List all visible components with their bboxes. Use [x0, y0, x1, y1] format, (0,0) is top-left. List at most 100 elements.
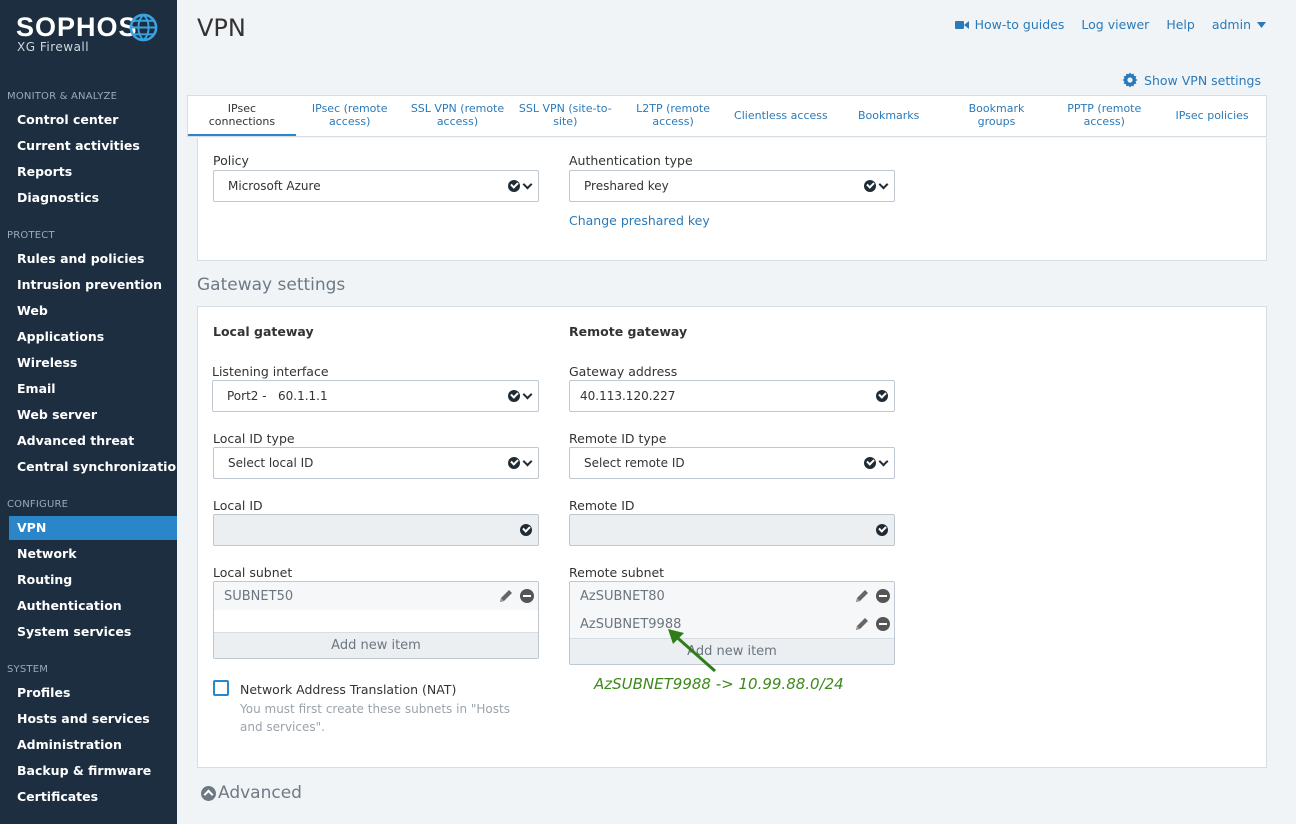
select-indicator [508, 179, 533, 192]
remove-icon[interactable] [520, 589, 534, 603]
pencil-icon[interactable] [854, 616, 870, 632]
remove-icon[interactable] [876, 617, 890, 631]
remote-id-label: Remote ID [569, 498, 635, 513]
local-id-type-label: Local ID type [213, 431, 295, 446]
sidebar-item-administration[interactable]: Administration [0, 733, 177, 757]
listening-interface-select[interactable]: Port2 - 60.1.1.1 [212, 380, 539, 412]
help-link[interactable]: Help [1166, 17, 1195, 32]
check-circle-icon [508, 457, 520, 469]
sidebar-item-rules-policies[interactable]: Rules and policies [0, 247, 177, 271]
local-gateway-title: Local gateway [213, 324, 314, 339]
tab-ipsec-remote-access[interactable]: IPsec (remote access) [296, 96, 404, 136]
gateway-settings-card: Local gateway Remote gateway Listening i… [197, 306, 1267, 768]
show-vpn-settings-link[interactable]: Show VPN settings [1122, 72, 1261, 88]
sidebar-item-web[interactable]: Web [0, 299, 177, 323]
check-circle-icon [864, 180, 876, 192]
nav-section-monitor: MONITOR & ANALYZE [7, 91, 118, 102]
sidebar-item-routing[interactable]: Routing [0, 568, 177, 592]
chevron-down-icon [878, 456, 889, 466]
brand-name: SOPHOS [16, 12, 138, 42]
select-indicator [508, 456, 533, 469]
tab-ipsec-connections[interactable]: IPsec connections [188, 96, 296, 136]
sidebar-item-network[interactable]: Network [0, 542, 177, 566]
remote-subnet-name: AzSUBNET80 [580, 588, 665, 604]
local-id-input[interactable] [213, 514, 539, 546]
local-subnet-name: SUBNET50 [224, 588, 294, 604]
subnet-annotation: AzSUBNET9988 -> 10.99.88.0/24 [594, 675, 844, 693]
gateway-address-label: Gateway address [569, 364, 678, 379]
remote-gateway-title: Remote gateway [569, 324, 688, 339]
sidebar-item-reports[interactable]: Reports [0, 160, 177, 184]
nat-checkbox[interactable] [213, 680, 229, 696]
gateway-address-input[interactable]: 40.113.120.227 [569, 380, 895, 412]
sidebar-item-backup-firmware[interactable]: Backup & firmware [0, 759, 177, 783]
chevron-down-icon [878, 179, 889, 189]
sidebar-item-hosts-services[interactable]: Hosts and services [0, 707, 177, 731]
tab-clientless-access[interactable]: Clientless access [727, 96, 835, 136]
tab-bookmark-groups[interactable]: Bookmark groups [943, 96, 1051, 136]
sidebar-item-certificates[interactable]: Certificates [0, 785, 177, 809]
sidebar-item-authentication[interactable]: Authentication [0, 594, 177, 618]
sidebar-item-intrusion-prevention[interactable]: Intrusion prevention [0, 273, 177, 297]
page-title: VPN [197, 14, 246, 42]
gateway-address-value: 40.113.120.227 [580, 389, 676, 403]
sidebar-item-wireless[interactable]: Wireless [0, 351, 177, 375]
tab-ssl-vpn-remote-access[interactable]: SSL VPN (remote access) [404, 96, 512, 136]
tab-ssl-vpn-site-to-site[interactable]: SSL VPN (site-to-site) [511, 96, 619, 136]
row-actions [854, 616, 890, 632]
gear-icon [1122, 72, 1138, 88]
remove-icon[interactable] [876, 589, 890, 603]
sidebar-item-diagnostics[interactable]: Diagnostics [0, 186, 177, 210]
sidebar-item-system-services[interactable]: System services [0, 620, 177, 644]
local-id-type-select[interactable]: Select local ID [213, 447, 539, 479]
change-preshared-key-link[interactable]: Change preshared key [569, 213, 710, 228]
tab-bookmarks[interactable]: Bookmarks [835, 96, 943, 136]
policy-label: Policy [213, 153, 249, 168]
tab-ipsec-policies[interactable]: IPsec policies [1158, 96, 1266, 136]
sidebar-item-advanced-threat[interactable]: Advanced threat [0, 429, 177, 453]
chevron-down-icon [522, 389, 533, 399]
sidebar-item-web-server[interactable]: Web server [0, 403, 177, 427]
tab-l2tp-remote-access[interactable]: L2TP (remote access) [619, 96, 727, 136]
top-nav: How-to guides Log viewer Help admin [954, 17, 1266, 32]
sidebar-item-current-activities[interactable]: Current activities [0, 134, 177, 158]
show-vpn-settings-label: Show VPN settings [1144, 72, 1261, 88]
sidebar-item-applications[interactable]: Applications [0, 325, 177, 349]
list-item[interactable]: SUBNET50 [214, 582, 538, 610]
advanced-toggle[interactable]: Advanced [201, 783, 302, 803]
remote-id-type-value: Select remote ID [584, 456, 685, 470]
policy-value: Microsoft Azure [228, 179, 321, 193]
pencil-icon[interactable] [854, 588, 870, 604]
nat-label: Network Address Translation (NAT) [240, 682, 457, 697]
brand-logo[interactable]: SOPHOS XG Firewall [16, 12, 162, 60]
remote-id-input[interactable] [569, 514, 895, 546]
admin-menu[interactable]: admin [1212, 17, 1266, 32]
nav-section-protect: PROTECT [7, 230, 55, 241]
tab-pptp-remote-access[interactable]: PPTP (remote access) [1050, 96, 1158, 136]
local-id-type-value: Select local ID [228, 456, 314, 470]
nat-hint-line2: and services". [240, 720, 325, 734]
list-item[interactable]: AzSUBNET80 [570, 582, 894, 610]
auth-type-select[interactable]: Preshared key [569, 170, 895, 202]
add-new-item-button[interactable]: Add new item [214, 632, 538, 658]
video-icon [954, 20, 969, 29]
log-viewer-link[interactable]: Log viewer [1081, 17, 1149, 32]
sidebar-item-email[interactable]: Email [0, 377, 177, 401]
nat-hint-line1: You must first create these subnets in "… [240, 702, 510, 716]
sidebar-item-control-center[interactable]: Control center [0, 108, 177, 132]
chevron-down-icon [522, 179, 533, 189]
pencil-icon[interactable] [498, 588, 514, 604]
brand-product: XG Firewall [17, 40, 90, 54]
remote-id-type-label: Remote ID type [569, 431, 667, 446]
auth-type-value: Preshared key [584, 179, 669, 193]
check-circle-icon [876, 390, 888, 402]
sidebar-item-central-sync[interactable]: Central synchronization [0, 455, 177, 479]
sidebar-item-profiles[interactable]: Profiles [0, 681, 177, 705]
sidebar-item-vpn[interactable]: VPN [9, 516, 177, 540]
policy-select[interactable]: Microsoft Azure [213, 170, 539, 202]
chevron-down-icon [522, 456, 533, 466]
howto-guides-link[interactable]: How-to guides [954, 17, 1064, 32]
chevron-up-icon [201, 785, 216, 801]
select-indicator [864, 456, 889, 469]
remote-id-type-select[interactable]: Select remote ID [569, 447, 895, 479]
